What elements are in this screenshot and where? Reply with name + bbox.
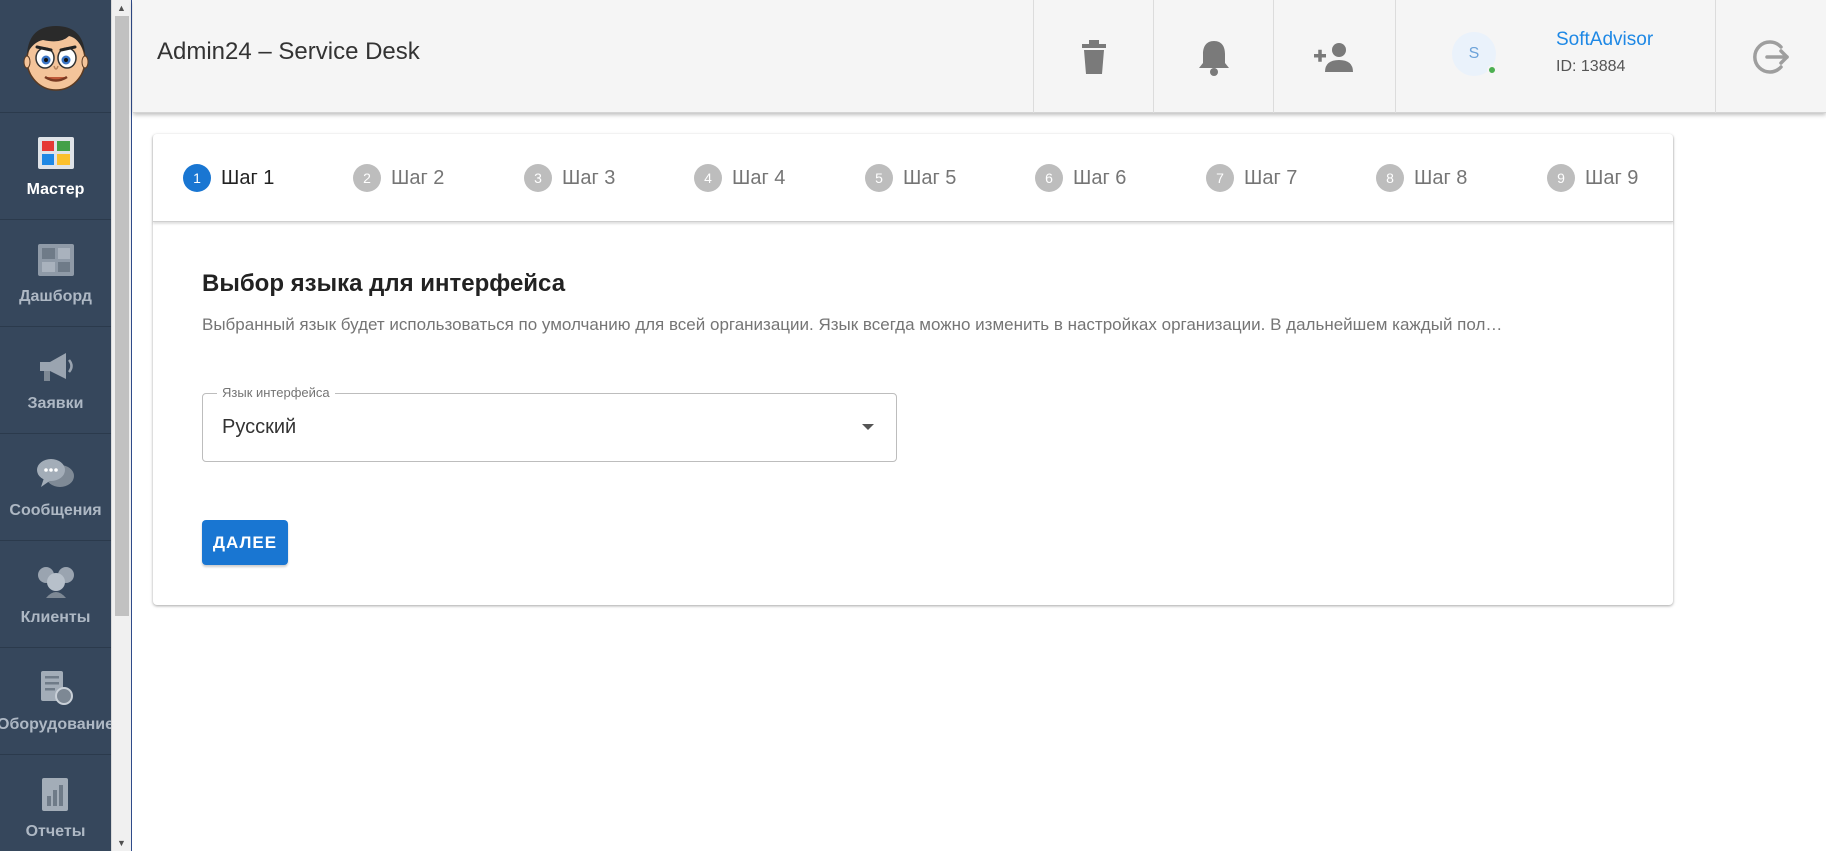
sidebar-item-dashboard[interactable]: Дашборд [0, 220, 111, 327]
step-label: Шаг 6 [1073, 166, 1127, 189]
chat-bubbles-icon [36, 454, 76, 494]
step-8[interactable]: 8 Шаг 8 [1376, 164, 1467, 192]
logout-icon [1753, 39, 1789, 74]
step-label: Шаг 9 [1585, 166, 1639, 189]
user-profile[interactable]: S SoftAdvisor ID: 13884 [1395, 0, 1715, 113]
sidebar-item-label: Мастер [26, 181, 85, 198]
clients-icon [36, 561, 76, 601]
step-number: 7 [1206, 164, 1234, 192]
step-label: Шаг 1 [221, 166, 275, 189]
section-description: Выбранный язык будет использоваться по у… [202, 315, 1503, 334]
language-select[interactable]: Язык интерфейса Русский [202, 385, 897, 462]
user-id: ID: 13884 [1556, 58, 1626, 75]
app-title: Admin24 – Service Desk [157, 38, 420, 65]
logo[interactable] [0, 0, 111, 113]
sidebar-item-label: Сообщения [9, 502, 102, 519]
step-number: 6 [1035, 164, 1063, 192]
equipment-icon [36, 668, 76, 708]
step-7[interactable]: 7 Шаг 7 [1206, 164, 1297, 192]
sidebar-item-equipment[interactable]: Оборудование [0, 648, 111, 755]
sidebar-item-label: Заявки [27, 395, 84, 412]
language-select-value: Русский [222, 416, 297, 438]
top-header: Admin24 – Service Desk S SoftAdvisor ID:… [133, 0, 1826, 113]
reports-icon [36, 775, 76, 815]
step-number: 3 [524, 164, 552, 192]
step-label: Шаг 2 [391, 166, 445, 189]
setup-wizard-card: 1 Шаг 1 2 Шаг 2 3 Шаг 3 4 Шаг 4 5 Шаг 5 … [153, 134, 1673, 605]
sidebar-item-label: Оборудование [0, 716, 111, 733]
section-title: Выбор языка для интерфейса [202, 270, 566, 297]
sidebar: Мастер Дашборд Заявки Сообщения Клиенты … [0, 0, 111, 851]
step-3[interactable]: 3 Шаг 3 [524, 164, 615, 192]
sidebar-item-label: Отчеты [25, 823, 86, 840]
stepper: 1 Шаг 1 2 Шаг 2 3 Шаг 3 4 Шаг 4 5 Шаг 5 … [153, 134, 1673, 222]
sidebar-item-label: Дашборд [19, 288, 92, 305]
sidebar-item-clients[interactable]: Клиенты [0, 541, 111, 648]
step-number: 1 [183, 164, 211, 192]
bell-icon [1198, 40, 1229, 76]
scroll-down-arrow-icon[interactable]: ▼ [112, 835, 131, 851]
dropdown-arrow-icon [862, 424, 874, 430]
step-number: 4 [694, 164, 722, 192]
dashboard-icon [36, 240, 76, 280]
trash-button[interactable] [1033, 0, 1153, 113]
trash-icon [1081, 39, 1106, 74]
add-user-icon [1313, 42, 1353, 72]
step-6[interactable]: 6 Шаг 6 [1035, 164, 1126, 192]
step-2[interactable]: 2 Шаг 2 [353, 164, 444, 192]
scroll-thumb[interactable] [115, 16, 129, 616]
sidebar-item-master[interactable]: Мастер [0, 113, 111, 220]
sidebar-item-requests[interactable]: Заявки [0, 327, 111, 434]
step-label: Шаг 7 [1244, 166, 1298, 189]
step-label: Шаг 5 [903, 166, 957, 189]
add-user-button[interactable] [1273, 0, 1393, 113]
step-number: 2 [353, 164, 381, 192]
sidebar-item-messages[interactable]: Сообщения [0, 434, 111, 541]
scroll-up-arrow-icon[interactable]: ▲ [112, 0, 131, 16]
app-root: Мастер Дашборд Заявки Сообщения Клиенты … [0, 0, 1826, 851]
user-name-link[interactable]: SoftAdvisor [1556, 29, 1653, 51]
step-number: 9 [1547, 164, 1575, 192]
notifications-button[interactable] [1153, 0, 1273, 113]
step-5[interactable]: 5 Шаг 5 [865, 164, 956, 192]
logout-button[interactable] [1715, 0, 1826, 113]
step-4[interactable]: 4 Шаг 4 [694, 164, 785, 192]
sidebar-scrollbar[interactable]: ▲ ▼ [111, 0, 132, 851]
wizard-icon [36, 133, 76, 173]
step-number: 5 [865, 164, 893, 192]
next-button[interactable]: ДАЛЕЕ [202, 520, 288, 565]
megaphone-icon [36, 347, 76, 387]
language-select-label: Язык интерфейса [217, 385, 335, 400]
step-label: Шаг 4 [732, 166, 786, 189]
sidebar-item-reports[interactable]: Отчеты [0, 755, 111, 851]
cartoon-face-logo-icon [23, 26, 88, 91]
step-label: Шаг 3 [562, 166, 616, 189]
step-number: 8 [1376, 164, 1404, 192]
step-label: Шаг 8 [1414, 166, 1468, 189]
sidebar-item-label: Клиенты [20, 609, 91, 626]
online-status-dot [1487, 65, 1497, 75]
step-1[interactable]: 1 Шаг 1 [183, 164, 274, 192]
step-9[interactable]: 9 Шаг 9 [1547, 164, 1638, 192]
